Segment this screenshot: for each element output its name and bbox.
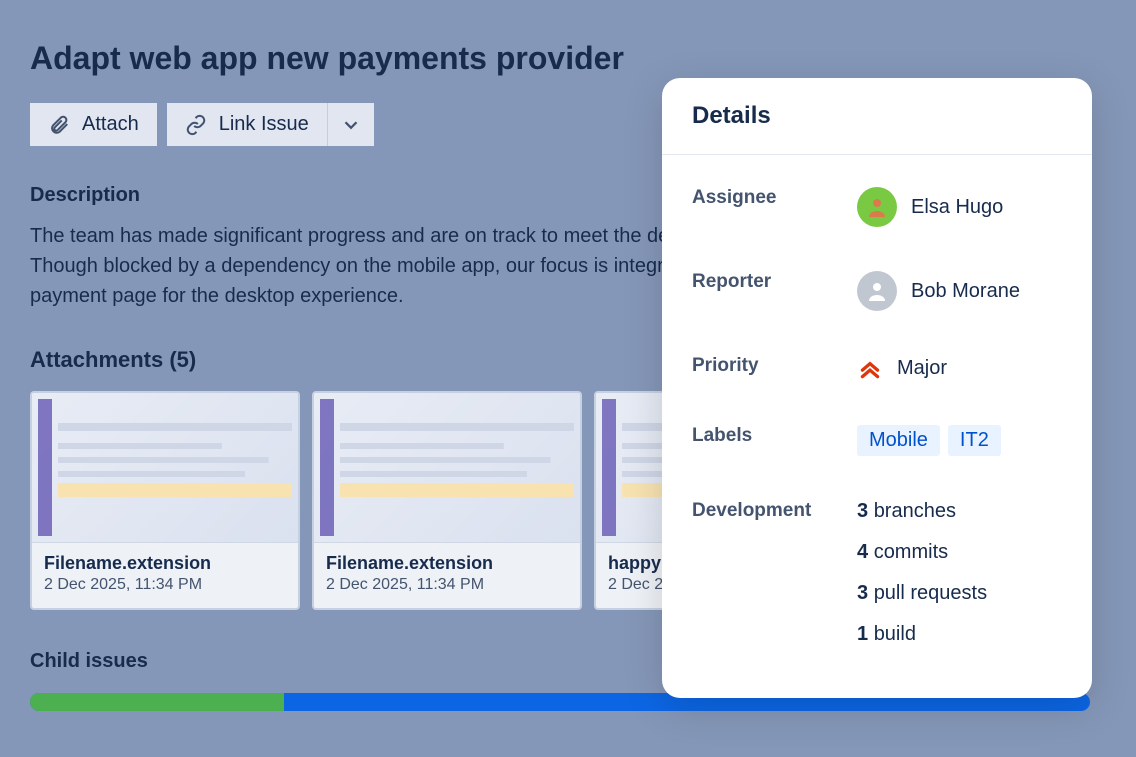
avatar (857, 271, 897, 311)
attachment-thumbnail (314, 393, 580, 543)
dev-build[interactable]: 1 build (857, 623, 987, 646)
issue-title: Adapt web app new payments provider (30, 40, 1106, 77)
development-row: Development 3 branches 4 commits 3 pull … (692, 478, 1062, 668)
attachment-card[interactable]: Filename.extension 2 Dec 2025, 11:34 PM (312, 391, 582, 610)
attachment-card[interactable]: Filename.extension 2 Dec 2025, 11:34 PM (30, 391, 300, 610)
assignee-label: Assignee (692, 187, 857, 209)
dev-branches[interactable]: 3 branches (857, 500, 987, 523)
attachment-date: 2 Dec 2025, 11:34 PM (326, 576, 568, 594)
reporter-label: Reporter (692, 271, 857, 293)
priority-major-icon (857, 355, 883, 381)
development-label: Development (692, 500, 857, 522)
attachment-name: Filename.extension (44, 553, 286, 574)
label-chip[interactable]: Mobile (857, 425, 940, 456)
labels-row[interactable]: Labels Mobile IT2 (692, 403, 1062, 478)
dev-commits[interactable]: 4 commits (857, 541, 987, 564)
attachment-date: 2 Dec 2025, 11:34 PM (44, 576, 286, 594)
attachment-name: Filename.extension (326, 553, 568, 574)
reporter-value: Bob Morane (911, 280, 1020, 303)
priority-label: Priority (692, 355, 857, 377)
paperclip-icon (48, 114, 70, 136)
link-issue-button[interactable]: Link Issue (167, 103, 328, 146)
link-issue-button-group: Link Issue (167, 103, 374, 146)
details-panel-title[interactable]: Details (662, 78, 1092, 155)
priority-row[interactable]: Priority Major (692, 333, 1062, 403)
assignee-row[interactable]: Assignee Elsa Hugo (692, 165, 1062, 249)
reporter-row[interactable]: Reporter Bob Morane (692, 249, 1062, 333)
progress-done-segment (30, 693, 284, 711)
link-icon (185, 114, 207, 136)
label-chip[interactable]: IT2 (948, 425, 1001, 456)
link-issue-label: Link Issue (219, 113, 309, 136)
attach-button-label: Attach (82, 113, 139, 136)
attach-button[interactable]: Attach (30, 103, 157, 146)
dev-pull-requests[interactable]: 3 pull requests (857, 582, 987, 605)
link-issue-dropdown-button[interactable] (328, 103, 374, 146)
details-panel: Details Assignee Elsa Hugo Reporter Bob … (662, 78, 1092, 698)
attachment-thumbnail (32, 393, 298, 543)
avatar (857, 187, 897, 227)
chevron-down-icon (340, 114, 362, 136)
priority-value: Major (897, 357, 947, 380)
assignee-value: Elsa Hugo (911, 196, 1003, 219)
labels-label: Labels (692, 425, 857, 447)
